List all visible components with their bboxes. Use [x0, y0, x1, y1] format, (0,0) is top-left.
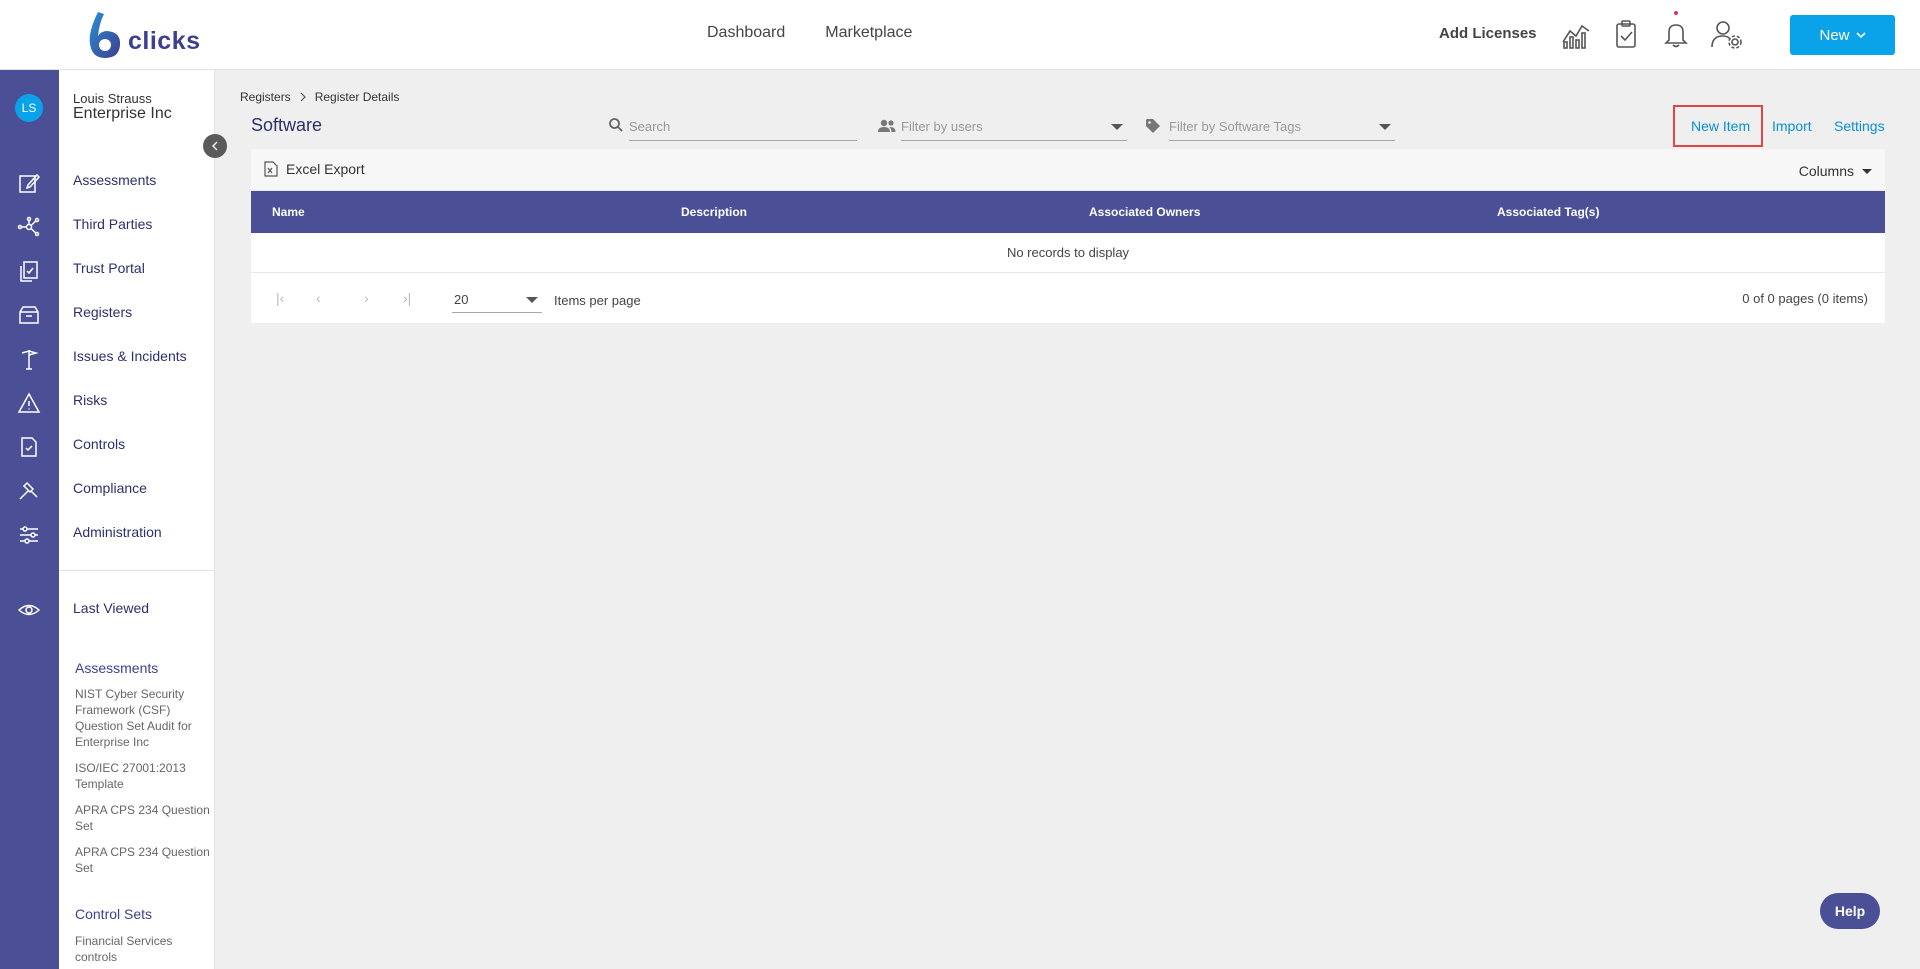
- caret-down-icon: [1111, 124, 1123, 130]
- page-size-select[interactable]: 20: [452, 286, 542, 313]
- filter-tags-field[interactable]: Filter by Software Tags: [1169, 113, 1395, 141]
- new-button[interactable]: New: [1790, 15, 1895, 55]
- recent-item[interactable]: ISO/IEC 27001:2013 Template: [75, 760, 210, 792]
- page-title: Software: [251, 115, 323, 135]
- section-title-control-sets: Control Sets: [75, 906, 153, 922]
- logo-icon: [89, 12, 121, 58]
- sidebar-item-risks[interactable]: Risks: [73, 392, 107, 408]
- chevron-right-icon: [300, 92, 306, 102]
- breadcrumb: Registers Register Details: [240, 90, 399, 104]
- sidebar-item-compliance[interactable]: Compliance: [73, 480, 147, 496]
- archive-icon[interactable]: [17, 303, 41, 327]
- document-stack-icon[interactable]: [17, 259, 41, 283]
- excel-file-icon: [264, 161, 278, 177]
- recent-item[interactable]: APRA CPS 234 Question Set: [75, 802, 210, 834]
- settings-link[interactable]: Settings: [1834, 118, 1885, 134]
- search-box: [608, 113, 857, 141]
- breadcrumb-current: Register Details: [314, 90, 400, 104]
- last-page-icon[interactable]: ›|: [403, 291, 419, 305]
- sidebar-item-issues-incidents[interactable]: Issues & Incidents: [73, 348, 187, 364]
- recent-item[interactable]: Financial Services controls: [75, 933, 210, 965]
- recent-item[interactable]: APRA CPS 234 Question Set: [75, 844, 210, 876]
- icon-rail: LS: [0, 70, 59, 969]
- sliders-icon[interactable]: [17, 523, 41, 547]
- column-header-tags[interactable]: Associated Tag(s): [1497, 205, 1599, 219]
- users-icon: [878, 119, 896, 132]
- caret-down-icon: [1379, 124, 1391, 130]
- filter-users-field[interactable]: Filter by users: [901, 113, 1127, 141]
- sidebar-item-registers[interactable]: Registers: [73, 304, 132, 320]
- new-button-label: New: [1819, 26, 1850, 44]
- empty-state: No records to display: [251, 233, 1885, 273]
- column-header-owners[interactable]: Associated Owners: [1089, 205, 1200, 219]
- pager: |‹ ‹ › ›| 20 Items per page 0 of 0 pages…: [251, 273, 1885, 323]
- column-header-name[interactable]: Name: [272, 205, 305, 219]
- add-licenses-link[interactable]: Add Licenses: [1439, 25, 1537, 42]
- logo-text: clicks: [128, 26, 201, 55]
- bell-icon[interactable]: [1660, 11, 1692, 50]
- search-input[interactable]: [629, 113, 857, 141]
- grid-header: Name Description Associated Owners Assoc…: [251, 191, 1885, 233]
- checklist-icon[interactable]: [17, 435, 41, 459]
- app-logo[interactable]: clicks: [86, 10, 201, 60]
- column-header-description[interactable]: Description: [681, 205, 747, 219]
- filter-tags-placeholder: Filter by Software Tags: [1169, 119, 1301, 134]
- collapse-sidebar-button[interactable]: [203, 134, 227, 158]
- top-bar: clicks Dashboard Marketplace Add License…: [0, 0, 1920, 70]
- filter-tags[interactable]: Filter by Software Tags: [1145, 113, 1395, 141]
- top-nav: Dashboard Marketplace: [707, 24, 912, 42]
- recent-item[interactable]: NIST Cyber Security Framework (CSF) Ques…: [75, 686, 210, 750]
- data-grid: Excel Export Columns Name Description As…: [251, 149, 1885, 323]
- warning-icon[interactable]: [17, 391, 41, 415]
- avatar[interactable]: LS: [15, 94, 43, 122]
- clipboard-check-icon[interactable]: [1610, 18, 1642, 50]
- sidebar-item-trust-portal[interactable]: Trust Portal: [73, 260, 145, 276]
- chevron-left-icon: [212, 141, 218, 151]
- sidebar-item-last-viewed[interactable]: Last Viewed: [73, 600, 149, 616]
- sidebar-item-assessments[interactable]: Assessments: [73, 172, 156, 188]
- caret-down-icon: [1862, 168, 1872, 174]
- section-title-assessments: Assessments: [75, 660, 159, 676]
- grid-toolbar: Excel Export Columns: [251, 149, 1885, 191]
- org-name[interactable]: Enterprise Inc: [73, 105, 172, 123]
- sidebar-item-administration[interactable]: Administration: [73, 524, 162, 540]
- nav-dashboard[interactable]: Dashboard: [707, 24, 785, 42]
- notification-dot: [1674, 11, 1678, 15]
- sidebar-divider: [59, 570, 215, 571]
- user-name: Louis Strauss: [73, 91, 152, 106]
- analytics-icon[interactable]: [1560, 18, 1592, 50]
- edit-icon[interactable]: [17, 171, 41, 195]
- excel-export-button[interactable]: Excel Export: [264, 161, 365, 177]
- sidebar: Louis Strauss Enterprise Inc Assessments…: [59, 70, 215, 969]
- sidebar-item-third-parties[interactable]: Third Parties: [73, 216, 152, 232]
- prev-page-icon[interactable]: ‹: [316, 291, 332, 305]
- signpost-icon[interactable]: [17, 347, 41, 371]
- page-info: 0 of 0 pages (0 items): [1742, 291, 1868, 306]
- help-button[interactable]: Help: [1820, 893, 1880, 929]
- breadcrumb-root[interactable]: Registers: [240, 90, 291, 104]
- tag-icon: [1146, 119, 1160, 133]
- filter-users-placeholder: Filter by users: [901, 119, 983, 134]
- filter-users[interactable]: Filter by users: [877, 113, 1127, 141]
- sidebar-item-controls[interactable]: Controls: [73, 436, 125, 452]
- import-link[interactable]: Import: [1772, 118, 1812, 134]
- items-per-page-label: Items per page: [554, 293, 641, 308]
- first-page-icon[interactable]: |‹: [276, 291, 292, 305]
- chevron-down-icon: [1855, 32, 1866, 39]
- columns-label: Columns: [1798, 163, 1854, 179]
- next-page-icon[interactable]: ›: [364, 291, 380, 305]
- excel-export-label: Excel Export: [286, 161, 365, 177]
- user-settings-icon[interactable]: [1710, 18, 1742, 50]
- eye-icon[interactable]: [17, 598, 41, 622]
- columns-menu-button[interactable]: Columns: [1799, 163, 1872, 179]
- nav-marketplace[interactable]: Marketplace: [825, 24, 912, 42]
- gavel-icon[interactable]: [17, 479, 41, 503]
- top-icons: [1560, 11, 1742, 50]
- network-icon[interactable]: [17, 215, 41, 239]
- page-size-value: 20: [454, 291, 469, 307]
- new-item-link[interactable]: New Item: [1691, 118, 1750, 134]
- search-icon: [609, 118, 623, 132]
- caret-down-icon: [526, 297, 538, 303]
